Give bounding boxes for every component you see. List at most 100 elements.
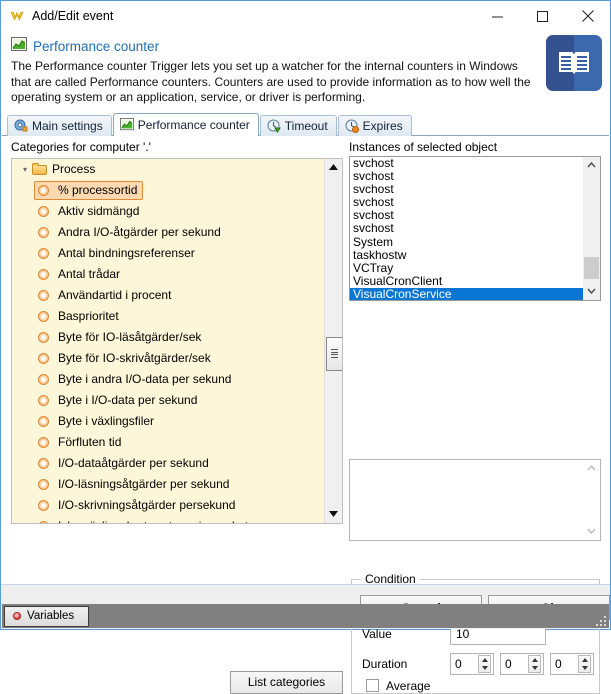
visualcron-logo-icon [9,8,25,24]
tree-item-label: Användartid i procent [58,288,171,302]
scroll-down-icon[interactable] [325,506,342,523]
counter-icon [38,311,49,322]
tree-item[interactable]: Byte för IO-läsåtgärder/sek [12,327,325,348]
duration-hours-stepper[interactable]: 0 [450,653,494,675]
tree-item[interactable]: Byte för IO-skrivåtgärder/sek [12,348,325,369]
tree-item-label: % processortid [58,183,137,197]
tab-label: Main settings [32,119,103,133]
list-item-selected[interactable]: VisualCronService [350,288,600,300]
average-row[interactable]: Average [366,679,430,693]
list-item[interactable]: System [350,236,600,249]
counter-icon [38,290,49,301]
duration-hours-value: 0 [455,657,462,671]
maximize-button[interactable] [520,1,565,31]
counter-icon [38,458,49,469]
performance-chart-icon [11,37,27,55]
tree-root-label: Process [52,162,95,176]
counter-icon [38,395,49,406]
tree-item-selected[interactable]: % processortid [12,180,325,201]
tree-item[interactable]: I/O-skrivningsåtgärder persekund [12,495,325,516]
details-scrollbar[interactable] [583,460,600,540]
instances-scrollbar-thumb[interactable] [584,257,599,279]
add-edit-event-window: Add/Edit event Performan [0,0,611,630]
chevron-expanded-icon[interactable]: ▾ [18,165,32,174]
stepper-buttons[interactable] [478,655,491,673]
header-panel: Performance counter The Performance coun… [1,31,610,110]
counter-icon [38,374,49,385]
counter-icon [38,227,49,238]
tree-item[interactable]: I/O-läsningsåtgärder per sekund [12,474,325,495]
tree-item-label: Basprioritet [58,309,119,323]
tree-item[interactable]: Förfluten tid [12,432,325,453]
tree-item[interactable]: Aktiv sidmängd [12,201,325,222]
variables-button[interactable]: Variables [4,606,89,627]
stepper-buttons[interactable] [578,655,591,673]
counter-icon [38,332,49,343]
resize-grip-icon[interactable] [594,614,606,626]
tree-item[interactable]: Byte i I/O-data per sekund [12,390,325,411]
performance-chart-icon [120,118,134,132]
tree-item-label: Icke växlingsbart systemminne - byte [58,519,255,524]
tree-item[interactable]: Antal bindningsreferenser [12,243,325,264]
scroll-up-icon[interactable] [583,460,600,477]
tree-item[interactable]: Icke växlingsbart systemminne - byte [12,516,325,524]
stepper-up-icon[interactable] [579,656,590,664]
tree-item-label: Aktiv sidmängd [58,204,139,218]
tree-item[interactable]: Byte i andra I/O-data per sekund [12,369,325,390]
tree-root-process[interactable]: ▾ Process [12,159,325,180]
tree-scrollbar-thumb[interactable] [326,337,343,371]
tree-item-label: Byte i andra I/O-data per sekund [58,372,231,386]
counter-icon [38,416,49,427]
clock-green-icon [267,119,281,133]
scroll-up-icon[interactable] [325,159,342,176]
instances-label: Instances of selected object [349,140,497,154]
categories-tree[interactable]: ▾ Process % processortid Aktiv sidmängd … [11,158,343,524]
tab-main-settings[interactable]: Main settings [7,115,112,136]
scroll-down-icon[interactable] [583,523,600,540]
grip-icon [331,348,338,360]
average-checkbox[interactable] [366,679,379,692]
list-categories-button[interactable]: List categories [230,671,343,694]
tree-items: ▾ Process % processortid Aktiv sidmängd … [12,159,325,524]
duration-minutes-stepper[interactable]: 0 [500,653,544,675]
main-content: Categories for computer '.' ▾ Process % … [1,136,610,585]
counter-icon [38,353,49,364]
stepper-down-icon[interactable] [529,664,540,672]
window-controls [475,1,610,31]
counter-icon [38,185,49,196]
instances-scrollbar[interactable] [583,157,600,300]
tab-strip: Main settings Performance counter [1,114,610,136]
tree-item-label: Andra I/O-åtgärder per sekund [58,225,221,239]
tab-expires[interactable]: Expires [338,115,412,136]
stepper-down-icon[interactable] [579,664,590,672]
stepper-up-icon[interactable] [479,656,490,664]
tab-performance-counter[interactable]: Performance counter [113,113,259,136]
tree-item[interactable]: Användartid i procent [12,285,325,306]
duration-seconds-stepper[interactable]: 0 [550,653,594,675]
tab-timeout[interactable]: Timeout [260,115,337,136]
tree-scrollbar[interactable] [324,159,342,523]
header-title-row: Performance counter [11,37,600,55]
list-item[interactable]: svchost [350,222,600,235]
close-button[interactable] [565,1,610,31]
scroll-up-icon[interactable] [583,157,600,174]
list-item[interactable]: svchost [350,170,600,183]
minimize-button[interactable] [475,1,520,31]
duration-label: Duration [362,657,450,671]
tree-item[interactable]: Byte i växlingsfiler [12,411,325,432]
tree-item[interactable]: Andra I/O-åtgärder per sekund [12,222,325,243]
stepper-up-icon[interactable] [529,656,540,664]
list-item[interactable]: svchost [350,157,600,170]
tree-item[interactable]: Basprioritet [12,306,325,327]
instances-list[interactable]: svchost svchost svchost svchost svchost … [349,156,601,301]
tree-item[interactable]: I/O-dataåtgärder per sekund [12,453,325,474]
tree-item[interactable]: Antal trådar [12,264,325,285]
variables-label: Variables [27,610,74,622]
stepper-buttons[interactable] [528,655,541,673]
counter-icon [38,437,49,448]
details-list[interactable] [349,459,601,541]
scroll-down-icon[interactable] [583,283,600,300]
status-bar: Variables [2,604,609,628]
tree-item-label: Antal trådar [58,267,120,281]
stepper-down-icon[interactable] [479,664,490,672]
